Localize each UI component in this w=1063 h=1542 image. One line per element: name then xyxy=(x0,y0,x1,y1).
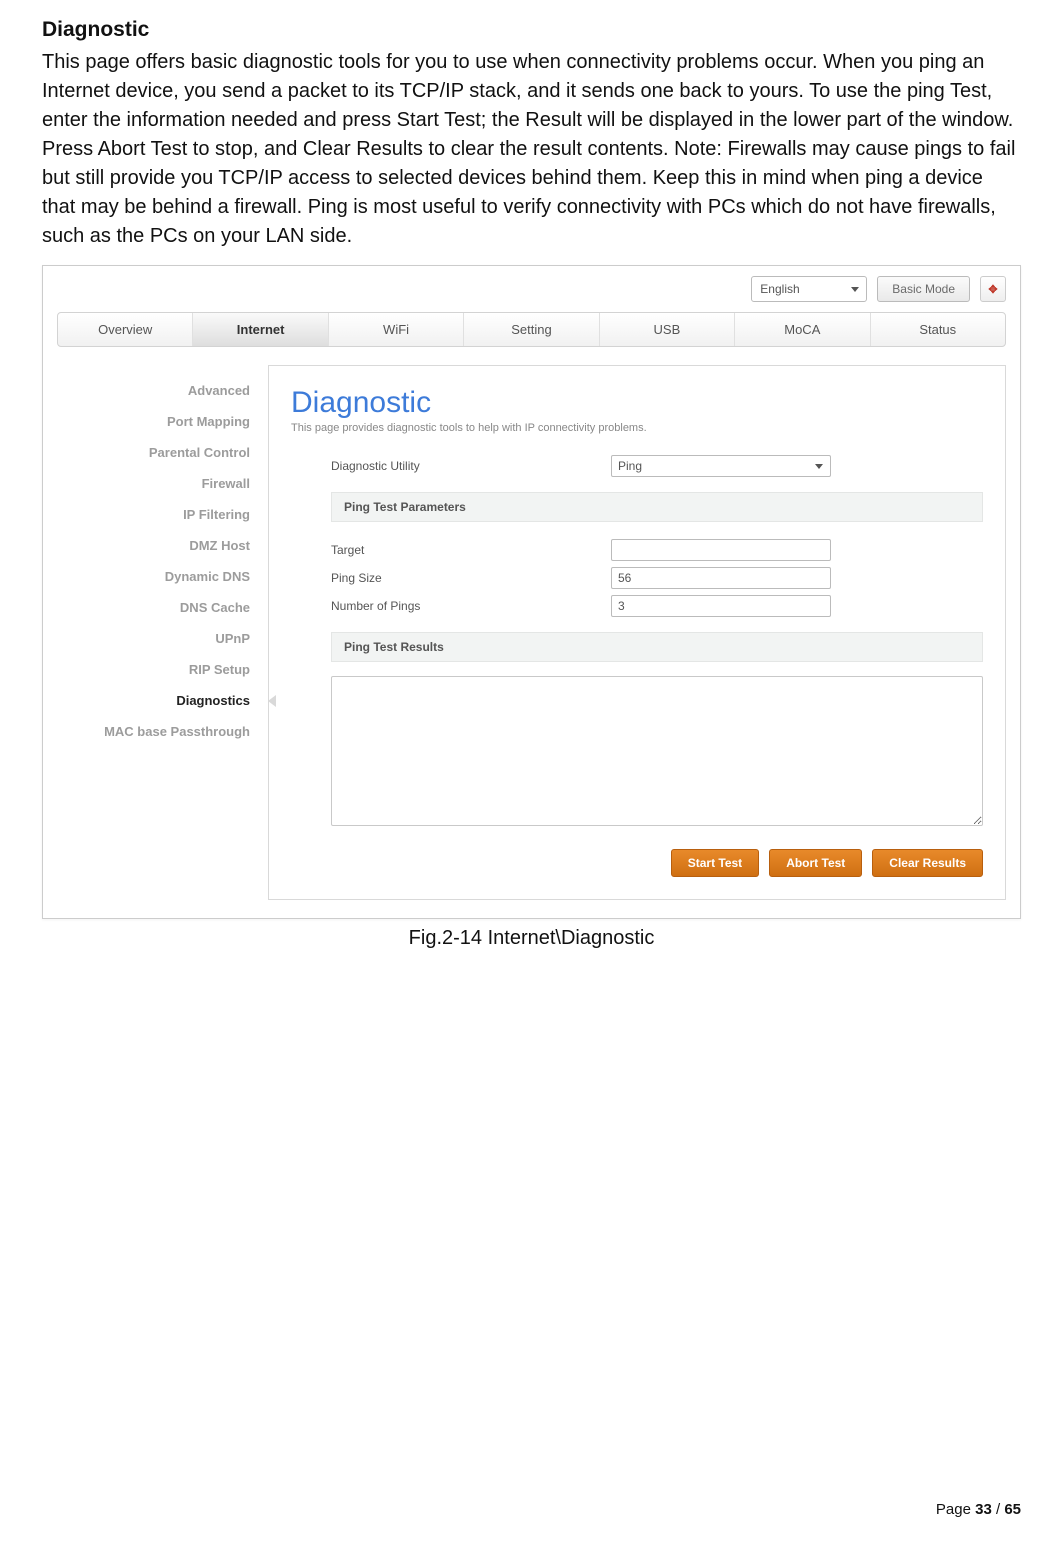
tab-wifi[interactable]: WiFi xyxy=(329,313,464,346)
tab-overview[interactable]: Overview xyxy=(58,313,193,346)
tab-setting[interactable]: Setting xyxy=(464,313,599,346)
sidebar-item-dns-cache[interactable]: DNS Cache xyxy=(43,592,268,623)
page-subtitle: This page provides diagnostic tools to h… xyxy=(291,422,983,434)
sidebar-item-dynamic-dns[interactable]: Dynamic DNS xyxy=(43,561,268,592)
sidebar-item-ip-filtering[interactable]: IP Filtering xyxy=(43,499,268,530)
content-panel: Diagnostic This page provides diagnostic… xyxy=(268,365,1006,900)
target-input[interactable] xyxy=(611,539,831,561)
figure-caption: Fig.2-14 Internet\Diagnostic xyxy=(42,927,1021,950)
tab-internet[interactable]: Internet xyxy=(193,313,328,346)
ping-parameters-header: Ping Test Parameters xyxy=(331,492,983,522)
sidebar-item-parental-control[interactable]: Parental Control xyxy=(43,437,268,468)
doc-section-body: This page offers basic diagnostic tools … xyxy=(42,48,1021,251)
page-title: Diagnostic xyxy=(291,386,983,420)
number-of-pings-input[interactable] xyxy=(611,595,831,617)
start-test-button[interactable]: Start Test xyxy=(671,849,759,877)
sidebar: AdvancedPort MappingParental ControlFire… xyxy=(43,347,268,918)
sidebar-item-dmz-host[interactable]: DMZ Host xyxy=(43,530,268,561)
network-map-icon[interactable]: ✥ xyxy=(980,276,1006,302)
screenshot-frame: English Basic Mode ✥ OverviewInternetWiF… xyxy=(42,265,1021,919)
ping-results-textarea[interactable] xyxy=(331,676,983,826)
tab-usb[interactable]: USB xyxy=(600,313,735,346)
sidebar-item-port-mapping[interactable]: Port Mapping xyxy=(43,406,268,437)
clear-results-button[interactable]: Clear Results xyxy=(872,849,983,877)
top-bar: English Basic Mode ✥ xyxy=(43,266,1020,302)
ping-results-header: Ping Test Results xyxy=(331,632,983,662)
doc-section-title: Diagnostic xyxy=(42,18,1021,42)
language-select[interactable]: English xyxy=(751,276,867,302)
diagnostic-utility-label: Diagnostic Utility xyxy=(331,452,611,480)
abort-test-button[interactable]: Abort Test xyxy=(769,849,862,877)
sidebar-item-mac-base-passthrough[interactable]: MAC base Passthrough xyxy=(43,716,268,747)
main-tabs: OverviewInternetWiFiSettingUSBMoCAStatus xyxy=(57,312,1006,347)
sidebar-item-advanced[interactable]: Advanced xyxy=(43,375,268,406)
number-of-pings-label: Number of Pings xyxy=(331,592,611,620)
page-number: Page 33 / 65 xyxy=(936,1501,1021,1518)
tab-status[interactable]: Status xyxy=(871,313,1005,346)
basic-mode-button[interactable]: Basic Mode xyxy=(877,276,970,302)
diagnostic-utility-select[interactable]: Ping xyxy=(611,455,831,477)
sidebar-item-upnp[interactable]: UPnP xyxy=(43,623,268,654)
sidebar-item-diagnostics[interactable]: Diagnostics xyxy=(43,685,268,716)
target-label: Target xyxy=(331,536,611,564)
ping-size-input[interactable] xyxy=(611,567,831,589)
sidebar-item-rip-setup[interactable]: RIP Setup xyxy=(43,654,268,685)
ping-size-label: Ping Size xyxy=(331,564,611,592)
sidebar-item-firewall[interactable]: Firewall xyxy=(43,468,268,499)
tab-moca[interactable]: MoCA xyxy=(735,313,870,346)
